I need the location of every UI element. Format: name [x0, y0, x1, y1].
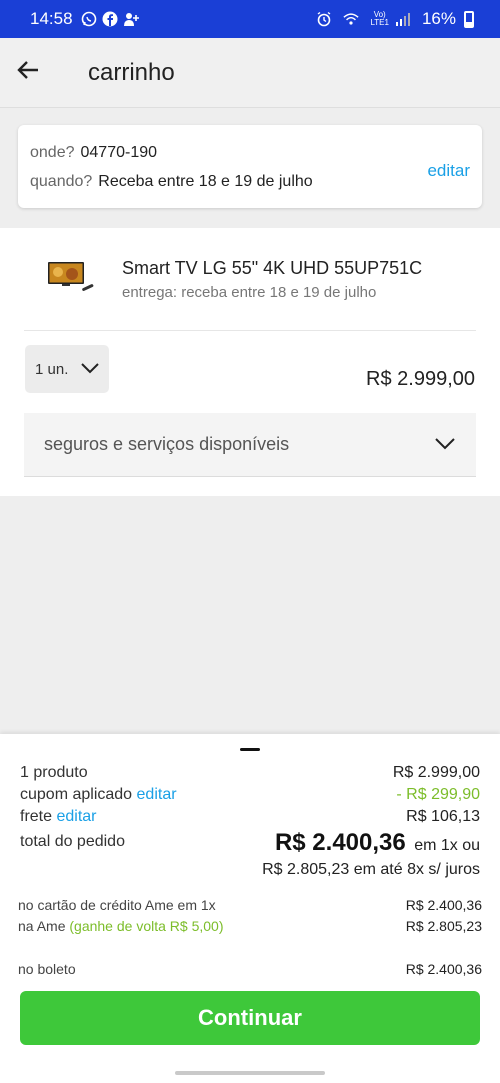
wifi-icon [343, 11, 360, 27]
edit-delivery-link[interactable]: editar [427, 161, 470, 181]
chevron-down-icon [434, 435, 456, 456]
drag-handle[interactable] [240, 748, 260, 751]
shipping-label: frete [20, 808, 53, 825]
total-installments: R$ 2.805,23 em até 8x s/ juros [262, 861, 480, 878]
services-label: seguros e serviços disponíveis [44, 434, 290, 454]
home-indicator[interactable] [175, 1071, 325, 1075]
product-image[interactable] [46, 258, 96, 298]
alarm-icon [316, 11, 332, 27]
delivery-when-row: quando? Receba entre 18 e 19 de julho [30, 173, 470, 191]
total-label: total do pedido [20, 833, 125, 850]
product-price: R$ 2.999,00 [366, 368, 475, 390]
chevron-down-icon [80, 361, 100, 378]
delivery-when-label: quando? [30, 173, 93, 190]
ame-card-label: no cartão de crédito Ame em 1x [18, 897, 216, 913]
quantity-select[interactable]: 1 un. [25, 345, 109, 393]
back-button[interactable] [0, 45, 56, 101]
app-header: carrinho [0, 38, 500, 108]
facebook-icon [102, 11, 118, 27]
delivery-where-label: onde? [30, 144, 75, 161]
delivery-date: Receba entre 18 e 19 de julho [98, 173, 313, 190]
delivery-card: onde? 04770-190 quando? Receba entre 18 … [18, 125, 482, 208]
edit-coupon-link[interactable]: editar [137, 786, 177, 803]
boleto-value: R$ 2.400,36 [405, 961, 482, 977]
total-value: R$ 2.400,36 [274, 829, 406, 856]
coupon-label: cupom aplicado [20, 786, 133, 803]
contact-add-icon [123, 11, 139, 27]
ame-card-value: R$ 2.400,36 [405, 897, 482, 913]
whatsapp-icon [81, 11, 97, 27]
signal-icon [395, 11, 411, 27]
products-label: 1 produto [20, 764, 88, 781]
product-name[interactable]: Smart TV LG 55" 4K UHD 55UP751C [122, 258, 422, 279]
coupon-value: - R$ 299,90 [396, 786, 480, 803]
boleto-label: no boleto [18, 961, 76, 977]
edit-shipping-link[interactable]: editar [56, 808, 96, 825]
total-suffix: em 1x ou [414, 837, 480, 854]
summary-shipping-row: frete editar R$ 106,13 [20, 808, 480, 826]
ame-cashback: (ganhe de volta R$ 5,00) [69, 918, 224, 934]
delivery-where-row: onde? 04770-190 [30, 144, 470, 162]
quantity-value: 1 un. [35, 360, 69, 378]
shipping-value: R$ 106,13 [406, 808, 480, 825]
battery-icon [464, 10, 474, 28]
ame-card-row: no cartão de crédito Ame em 1x R$ 2.400,… [18, 897, 482, 913]
status-right: Vo) LTE1 16% [316, 9, 474, 29]
total-block: R$ 2.400,36 em 1x ou R$ 2.805,23 em até … [262, 829, 480, 879]
page-title: carrinho [88, 58, 175, 86]
ame-label: na Ame [18, 918, 66, 934]
status-time: 14:58 [30, 9, 73, 28]
product-delivery: entrega: receba entre 18 e 19 de julho [122, 284, 377, 301]
status-bar: 14:58 Vo) LTE1 16% [0, 0, 500, 38]
products-value: R$ 2.999,00 [392, 764, 480, 781]
boleto-row: no boleto R$ 2.400,36 [18, 961, 482, 977]
services-dropdown[interactable]: seguros e serviços disponíveis [24, 413, 476, 477]
order-summary-sheet: 1 produto R$ 2.999,00 cupom aplicado edi… [0, 734, 500, 1083]
battery-percent: 16% [421, 9, 456, 28]
delivery-cep: 04770-190 [80, 144, 158, 161]
ame-row: na Ame (ganhe de volta R$ 5,00) R$ 2.805… [18, 918, 482, 934]
summary-products-row: 1 produto R$ 2.999,00 [20, 764, 480, 782]
continue-button[interactable]: Continuar [20, 991, 480, 1045]
divider [24, 330, 476, 331]
product-section: Smart TV LG 55" 4K UHD 55UP751C entrega:… [0, 228, 500, 496]
arrow-left-icon [17, 60, 39, 85]
ame-value: R$ 2.805,23 [405, 918, 482, 934]
network-type: Vo) LTE1 [370, 10, 389, 27]
summary-coupon-row: cupom aplicado editar - R$ 299,90 [20, 786, 480, 804]
